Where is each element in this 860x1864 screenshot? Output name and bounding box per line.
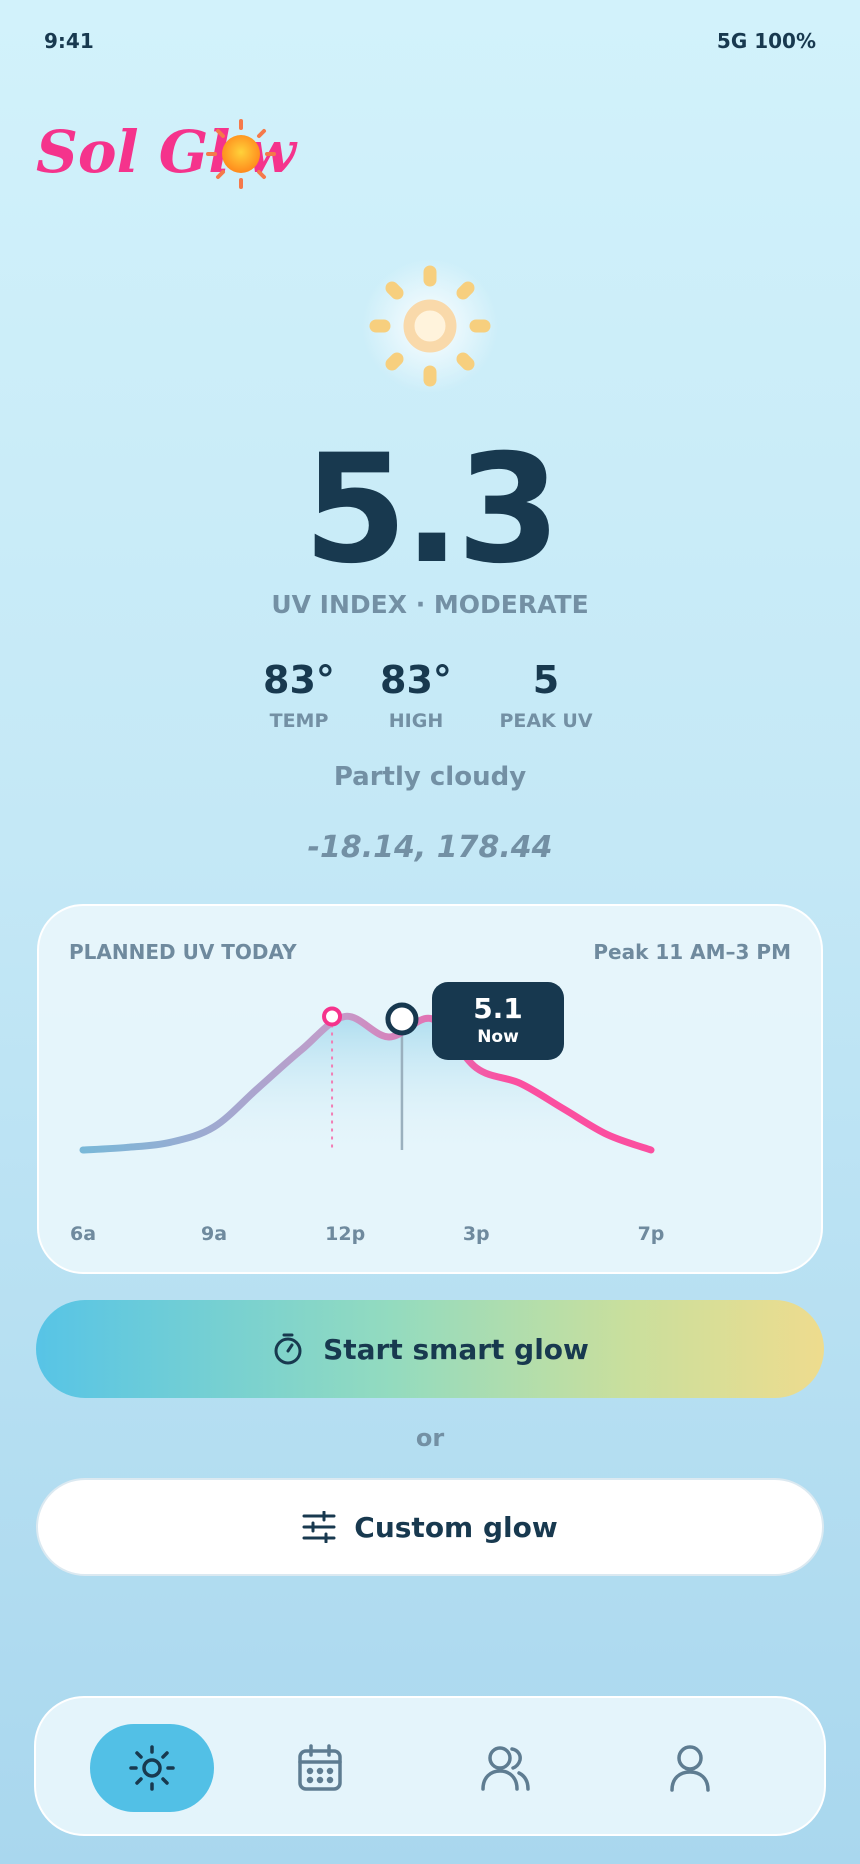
- profile-icon: [670, 1745, 710, 1792]
- or-divider: or: [415, 1424, 445, 1452]
- custom-glow-label: Custom glow: [354, 1510, 558, 1544]
- status-signal: 5G 100%: [716, 29, 816, 53]
- tab-today[interactable]: [90, 1724, 214, 1812]
- sun-icon: [362, 258, 498, 394]
- uv-index-value: 5.3: [303, 423, 561, 597]
- sliders-icon: [302, 1511, 336, 1543]
- start-smart-glow-button[interactable]: Start smart glow: [36, 1300, 824, 1398]
- app-logo: Sol Gl w: [36, 118, 298, 189]
- stat-label: PEAK UV: [499, 710, 593, 732]
- stat-value: 5: [532, 658, 560, 702]
- weather-condition: Partly cloudy: [333, 762, 527, 792]
- uv-area-fill: [83, 1016, 651, 1150]
- now-tooltip: 5.1 Now: [432, 982, 564, 1060]
- stat-high: 83° HIGH: [346, 658, 486, 732]
- users-icon: [481, 1746, 530, 1791]
- weather-stats: 83° TEMP 83° HIGH 5 PEAK UV: [0, 658, 860, 738]
- stat-peak-uv: 5 PEAK UV: [476, 658, 616, 732]
- uv-line-chart: 6a 9a 12p 3p 7p: [70, 1002, 665, 1245]
- tab-profile[interactable]: [628, 1724, 752, 1812]
- tab-friends[interactable]: [444, 1724, 568, 1812]
- svg-text:Sol Gl: Sol Gl: [36, 118, 230, 186]
- uv-index-label: UV INDEX · MODERATE: [271, 590, 589, 619]
- now-point[interactable]: [385, 1002, 419, 1036]
- start-smart-glow-label: Start smart glow: [323, 1332, 589, 1366]
- stat-label: HIGH: [388, 710, 444, 732]
- x-tick-label: 12p: [325, 1223, 365, 1245]
- x-tick-label: 6a: [70, 1223, 96, 1245]
- x-tick-label: 7p: [638, 1223, 665, 1245]
- timer-icon: [274, 1333, 302, 1365]
- stat-value: 83°: [380, 658, 452, 702]
- custom-glow-button[interactable]: Custom glow: [36, 1478, 824, 1576]
- location-coordinates: -18.14, 178.44: [307, 830, 553, 865]
- calendar-icon: [298, 1744, 342, 1791]
- status-time: 9:41: [44, 29, 94, 53]
- status-bar: 9:41 5G 100%: [44, 26, 816, 56]
- tooltip-value: 5.1: [473, 992, 523, 1025]
- uv-chart-card: PLANNED UV TODAY Peak 11 AM–3 PM 6a 9a 12p…: [37, 904, 823, 1274]
- bottom-tab-bar: [34, 1696, 826, 1836]
- peak-point: [322, 1006, 343, 1027]
- tab-schedule[interactable]: [258, 1724, 382, 1812]
- x-tick-label: 3p: [463, 1223, 490, 1245]
- tooltip-label: Now: [477, 1027, 519, 1047]
- sun-icon: [129, 1745, 175, 1791]
- x-tick-label: 9a: [201, 1223, 227, 1245]
